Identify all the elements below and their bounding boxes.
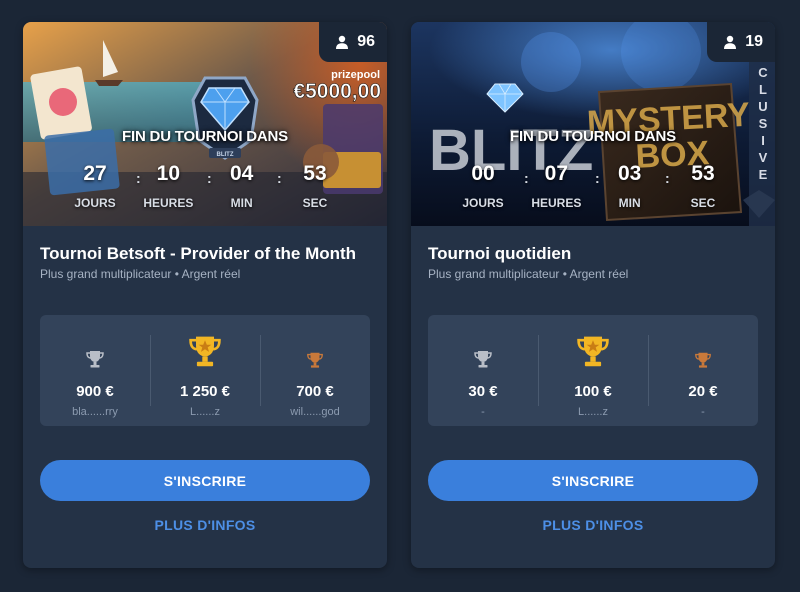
- trophy-gold-icon: [189, 336, 221, 367]
- prize-rank-2: 900 € bla......rry: [40, 315, 150, 426]
- prize-amount: 30 €: [468, 383, 498, 400]
- countdown-separator: :: [136, 170, 141, 186]
- countdown-secs-label: SEC: [302, 196, 328, 210]
- prizes-box: 30 € - 100 € L......z 20 € -: [428, 315, 758, 426]
- trophy-bronze-icon: [695, 352, 711, 368]
- tournament-card: MYSTERY BOX BLITZ CLUSIVE 19 FIN DU TOUR…: [411, 22, 775, 568]
- prize-winner: L......z: [190, 406, 220, 418]
- trophy-bronze-icon: [307, 352, 323, 368]
- prize-amount: 700 €: [296, 383, 334, 400]
- players-count: 19: [745, 33, 763, 50]
- prize-rank-3: 20 € -: [648, 315, 758, 426]
- tournament-card: BLITZ prizepool €5000,00 96 FIN DU TOURN…: [23, 22, 387, 568]
- countdown-timer: 00 JOURS : 07 HEURES : 03 MIN : 53 SEC: [451, 162, 735, 210]
- countdown-separator: :: [207, 170, 212, 186]
- countdown-mins: 04 MIN: [210, 162, 274, 210]
- countdown-hours-label: HEURES: [143, 196, 194, 210]
- tournament-banner: BLITZ prizepool €5000,00 96 FIN DU TOURN…: [23, 22, 387, 226]
- tournament-banner: MYSTERY BOX BLITZ CLUSIVE 19 FIN DU TOUR…: [411, 22, 775, 226]
- countdown-hours-label: HEURES: [531, 196, 582, 210]
- countdown-secs: 53 SEC: [283, 162, 347, 210]
- players-count-badge: 19: [707, 22, 775, 62]
- user-icon: [336, 35, 349, 49]
- more-info-link[interactable]: PLUS D'INFOS: [23, 517, 387, 533]
- vertical-banner-text: CLUSIVE: [753, 64, 773, 183]
- countdown-secs-value: 53: [691, 162, 715, 185]
- prizepool-value: €5000,00: [293, 80, 381, 103]
- tournament-title: Tournoi quotidien: [428, 244, 572, 263]
- countdown-secs-value: 53: [303, 162, 327, 185]
- countdown-days-label: JOURS: [74, 196, 116, 210]
- prize-rank-1: 100 € L......z: [538, 315, 648, 426]
- countdown-hours-value: 07: [544, 162, 568, 185]
- countdown-title: FIN DU TOURNOI DANS: [122, 128, 288, 145]
- prize-amount: 900 €: [76, 383, 114, 400]
- prize-rank-2: 30 € -: [428, 315, 538, 426]
- countdown-days-value: 00: [471, 162, 495, 185]
- countdown-secs: 53 SEC: [671, 162, 735, 210]
- countdown-mins-label: MIN: [230, 196, 253, 210]
- countdown-mins-label: MIN: [618, 196, 641, 210]
- countdown-mins-value: 03: [617, 162, 642, 185]
- countdown-hours: 07 HEURES: [524, 162, 588, 210]
- prize-amount: 1 250 €: [179, 383, 231, 400]
- countdown-hours-value: 10: [156, 162, 180, 185]
- players-count-badge: 96: [319, 22, 387, 62]
- countdown-days-value: 27: [83, 162, 107, 185]
- prize-winner: bla......rry: [72, 406, 118, 418]
- user-icon: [724, 35, 737, 49]
- tournament-title: Tournoi Betsoft - Provider of the Month: [40, 244, 357, 263]
- tournament-subtitle: Plus grand multiplicateur • Argent réel: [40, 267, 241, 281]
- countdown-hours: 10 HEURES: [136, 162, 200, 210]
- countdown-days-label: JOURS: [462, 196, 504, 210]
- countdown-mins-value: 04: [229, 162, 254, 185]
- prizes-box: 900 € bla......rry 1 250 € L......z 700 …: [40, 315, 370, 426]
- prize-amount: 20 €: [688, 383, 718, 400]
- register-button[interactable]: S'INSCRIRE: [428, 460, 758, 501]
- countdown-days: 00 JOURS: [451, 162, 515, 210]
- prize-amount: 100 €: [574, 383, 612, 400]
- countdown-mins: 03 MIN: [598, 162, 662, 210]
- prize-rank-1: 1 250 € L......z: [150, 315, 260, 426]
- prize-winner: wil......god: [290, 406, 340, 418]
- countdown-separator: :: [277, 170, 282, 186]
- register-button[interactable]: S'INSCRIRE: [40, 460, 370, 501]
- trophy-silver-icon: [86, 351, 104, 368]
- trophy-gold-icon: [577, 336, 609, 367]
- countdown-separator: :: [524, 170, 529, 186]
- badge-text: BLITZ: [217, 152, 234, 158]
- countdown-secs-label: SEC: [690, 196, 716, 210]
- countdown-title: FIN DU TOURNOI DANS: [510, 128, 676, 145]
- countdown-timer: 27 JOURS : 10 HEURES : 04 MIN : 53 SEC: [63, 162, 347, 210]
- players-count: 96: [357, 33, 375, 50]
- trophy-silver-icon: [474, 351, 492, 368]
- countdown-separator: :: [665, 170, 670, 186]
- prize-winner: -: [701, 406, 705, 418]
- countdown-separator: :: [595, 170, 600, 186]
- prize-winner: -: [481, 406, 485, 418]
- prize-rank-3: 700 € wil......god: [260, 315, 370, 426]
- countdown-days: 27 JOURS: [63, 162, 127, 210]
- more-info-link[interactable]: PLUS D'INFOS: [411, 517, 775, 533]
- vertical-text: CLUSIVE: [758, 65, 768, 182]
- tournament-subtitle: Plus grand multiplicateur • Argent réel: [428, 267, 629, 281]
- prize-winner: L......z: [578, 406, 608, 418]
